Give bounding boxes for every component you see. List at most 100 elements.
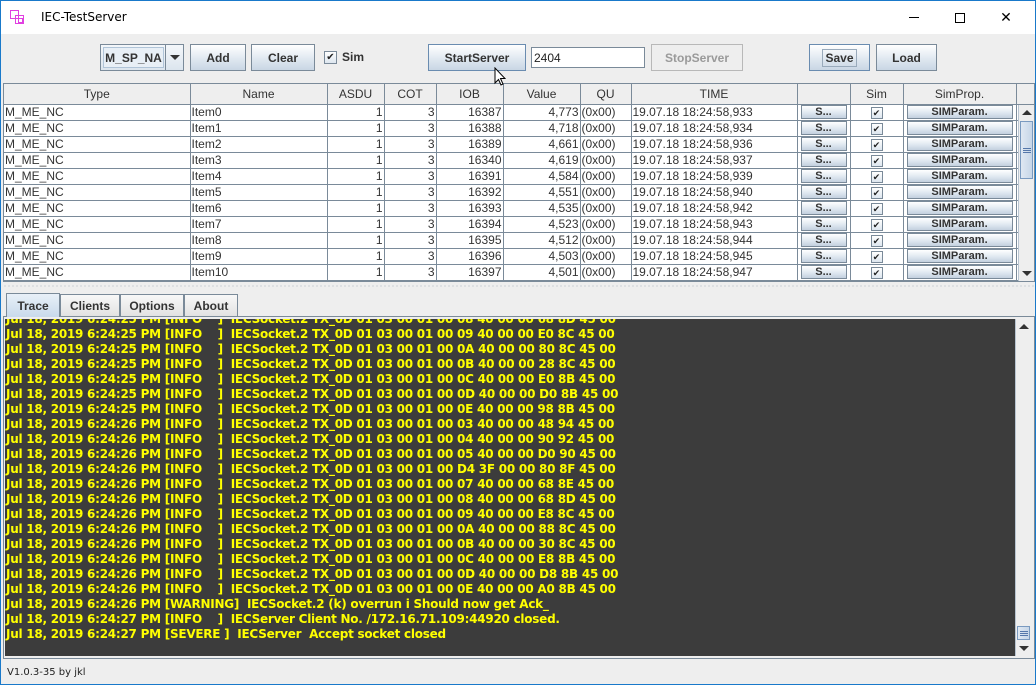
table-row[interactable]: M_ME_NC Item0 1 3 16387 4,773 (0x00) 19.07.18 1… — [4, 104, 1034, 121]
cell-qu[interactable]: (0x00) — [580, 200, 632, 217]
tab-options[interactable]: Options — [120, 294, 184, 316]
cell-value[interactable]: 4,523 — [503, 216, 581, 233]
column-header[interactable]: COT — [384, 84, 437, 105]
cell-cot[interactable]: 3 — [384, 232, 437, 249]
cell-type[interactable]: M_ME_NC — [4, 120, 191, 137]
table-scrollbar[interactable] — [1018, 105, 1034, 281]
scroll-thumb[interactable] — [1020, 121, 1033, 179]
cell-cot[interactable]: 3 — [384, 264, 437, 281]
cell-asdu[interactable]: 1 — [327, 152, 385, 169]
cell-qu[interactable]: (0x00) — [580, 264, 632, 281]
cell-iob[interactable]: 16387 — [436, 104, 504, 121]
scroll-up-arrow-icon[interactable] — [1019, 105, 1034, 120]
cell-time[interactable]: 19.07.18 18:24:58,944 — [631, 232, 798, 249]
cell-value[interactable]: 4,718 — [503, 120, 581, 137]
cell-iob[interactable]: 16396 — [436, 248, 504, 265]
cell-type[interactable]: M_ME_NC — [4, 232, 191, 249]
cell-iob[interactable]: 16394 — [436, 216, 504, 233]
cell-cot[interactable]: 3 — [384, 248, 437, 265]
row-settings-button[interactable]: S... — [800, 233, 847, 247]
cell-iob[interactable]: 16388 — [436, 120, 504, 137]
column-header[interactable]: SimProp. — [903, 84, 1017, 105]
cell-name[interactable]: Item4 — [190, 168, 328, 185]
simparam-button[interactable]: SIMParam. — [906, 153, 1013, 167]
cell-time[interactable]: 19.07.18 18:24:58,940 — [631, 184, 798, 201]
sim-row-checkbox[interactable]: ✔ — [870, 234, 883, 247]
cell-qu[interactable]: (0x00) — [580, 152, 632, 169]
cell-type[interactable]: M_ME_NC — [4, 264, 191, 281]
row-settings-button[interactable]: S... — [800, 169, 847, 183]
table-row[interactable]: M_ME_NC Item2 1 3 16389 4,661 (0x00) 19.07.18 1… — [4, 136, 1034, 153]
row-settings-button[interactable]: S... — [800, 249, 847, 263]
cell-time[interactable]: 19.07.18 18:24:58,945 — [631, 248, 798, 265]
save-button[interactable]: Save — [809, 44, 870, 71]
column-header[interactable]: Sim — [850, 84, 904, 105]
simparam-button[interactable]: SIMParam. — [906, 185, 1013, 199]
cell-iob[interactable]: 16389 — [436, 136, 504, 153]
sim-row-checkbox[interactable]: ✔ — [870, 122, 883, 135]
column-header[interactable]: Name — [190, 84, 328, 105]
clear-button[interactable]: Clear — [251, 44, 315, 71]
cell-cot[interactable]: 3 — [384, 104, 437, 121]
cell-value[interactable]: 4,512 — [503, 232, 581, 249]
sim-row-checkbox[interactable]: ✔ — [870, 202, 883, 215]
row-settings-button[interactable]: S... — [800, 105, 847, 119]
cell-time[interactable]: 19.07.18 18:24:58,939 — [631, 168, 798, 185]
sim-row-checkbox[interactable]: ✔ — [870, 186, 883, 199]
cell-qu[interactable]: (0x00) — [580, 248, 632, 265]
add-button[interactable]: Add — [190, 44, 246, 71]
split-pane-divider[interactable] — [3, 284, 1035, 288]
cell-time[interactable]: 19.07.18 18:24:58,947 — [631, 264, 798, 281]
table-row[interactable]: M_ME_NC Item5 1 3 16392 4,551 (0x00) 19.07.18 1… — [4, 184, 1034, 201]
cell-cot[interactable]: 3 — [384, 168, 437, 185]
cell-qu[interactable]: (0x00) — [580, 168, 632, 185]
cell-qu[interactable]: (0x00) — [580, 232, 632, 249]
sim-row-checkbox[interactable]: ✔ — [870, 250, 883, 263]
cell-time[interactable]: 19.07.18 18:24:58,934 — [631, 120, 798, 137]
row-settings-button[interactable]: S... — [800, 185, 847, 199]
type-select[interactable]: M_SP_NA — [100, 44, 184, 71]
cell-cot[interactable]: 3 — [384, 136, 437, 153]
simparam-button[interactable]: SIMParam. — [906, 105, 1013, 119]
cell-cot[interactable]: 3 — [384, 200, 437, 217]
cell-value[interactable]: 4,551 — [503, 184, 581, 201]
sim-row-checkbox[interactable]: ✔ — [870, 218, 883, 231]
cell-type[interactable]: M_ME_NC — [4, 184, 191, 201]
scroll-down-arrow-icon[interactable] — [1019, 266, 1034, 281]
row-settings-button[interactable]: S... — [800, 201, 847, 215]
cell-time[interactable]: 19.07.18 18:24:58,942 — [631, 200, 798, 217]
cell-value[interactable]: 4,503 — [503, 248, 581, 265]
cell-iob[interactable]: 16392 — [436, 184, 504, 201]
cell-time[interactable]: 19.07.18 18:24:58,943 — [631, 216, 798, 233]
cell-qu[interactable]: (0x00) — [580, 104, 632, 121]
cell-name[interactable]: Item3 — [190, 152, 328, 169]
tab-trace[interactable]: Trace — [6, 293, 60, 317]
simparam-button[interactable]: SIMParam. — [906, 249, 1013, 263]
cell-value[interactable]: 4,584 — [503, 168, 581, 185]
simparam-button[interactable]: SIMParam. — [906, 233, 1013, 247]
cell-name[interactable]: Item5 — [190, 184, 328, 201]
column-header[interactable]: TIME — [631, 84, 798, 105]
port-input[interactable] — [531, 47, 645, 68]
trace-log[interactable]: Jul 18, 2019 6:24:25 PM [INFO ] IECSocke… — [5, 319, 1015, 656]
cell-iob[interactable]: 16391 — [436, 168, 504, 185]
table-row[interactable]: M_ME_NC Item1 1 3 16388 4,718 (0x00) 19.07.18 1… — [4, 120, 1034, 137]
cell-asdu[interactable]: 1 — [327, 136, 385, 153]
cell-iob[interactable]: 16340 — [436, 152, 504, 169]
cell-iob[interactable]: 16395 — [436, 232, 504, 249]
cell-name[interactable]: Item10 — [190, 264, 328, 281]
simparam-button[interactable]: SIMParam. — [906, 201, 1013, 215]
scroll-thumb[interactable] — [1017, 626, 1030, 640]
row-settings-button[interactable]: S... — [800, 265, 847, 279]
cell-value[interactable]: 4,535 — [503, 200, 581, 217]
table-row[interactable]: M_ME_NC Item3 1 3 16340 4,619 (0x00) 19.07.18 1… — [4, 152, 1034, 169]
sim-row-checkbox[interactable]: ✔ — [870, 170, 883, 183]
cell-type[interactable]: M_ME_NC — [4, 104, 191, 121]
cell-cot[interactable]: 3 — [384, 184, 437, 201]
maximize-button[interactable] — [937, 1, 983, 34]
cell-asdu[interactable]: 1 — [327, 248, 385, 265]
cell-type[interactable]: M_ME_NC — [4, 200, 191, 217]
cell-time[interactable]: 19.07.18 18:24:58,933 — [631, 104, 798, 121]
row-settings-button[interactable]: S... — [800, 217, 847, 231]
cell-asdu[interactable]: 1 — [327, 120, 385, 137]
